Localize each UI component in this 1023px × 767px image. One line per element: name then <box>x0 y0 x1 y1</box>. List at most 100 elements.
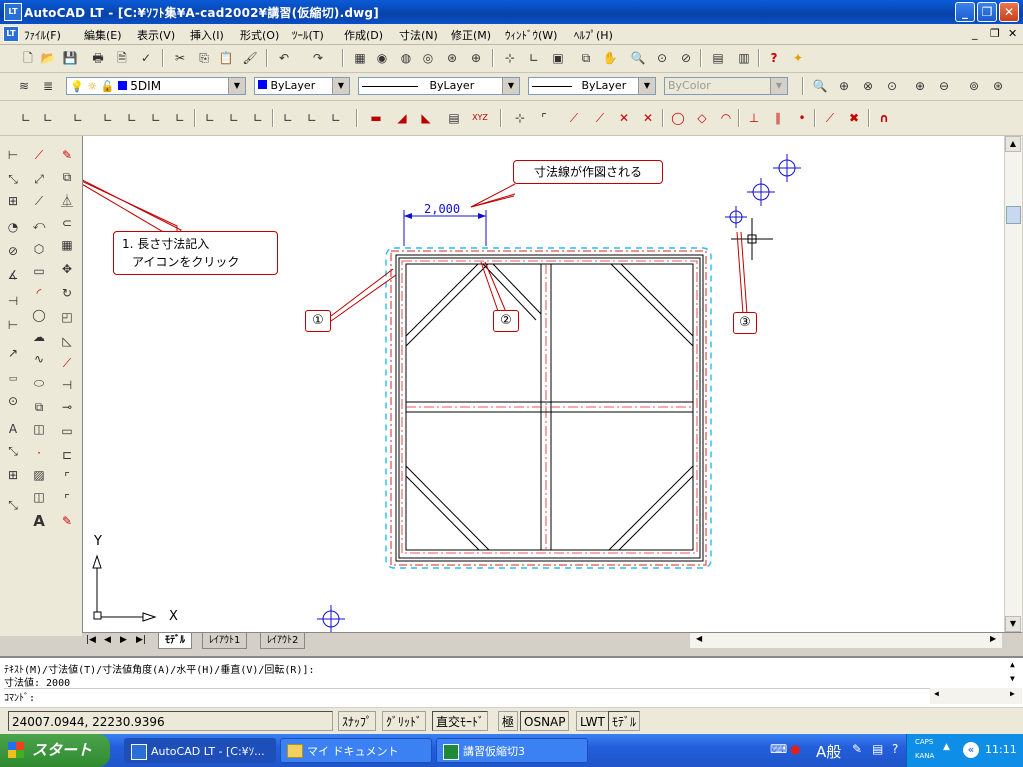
ime-icon[interactable]: ● <box>790 742 800 756</box>
dim-text-edit-tool-icon[interactable]: ⤡ <box>4 442 22 460</box>
ellipse-tool-icon[interactable]: ⬭ <box>30 374 48 392</box>
extend-tool-icon[interactable]: ⊸ <box>58 398 76 416</box>
ucs-previous-icon[interactable]: ∟ <box>40 110 56 126</box>
ime-mode[interactable]: A般 <box>816 741 841 762</box>
chevron-down-icon[interactable]: ▼ <box>638 78 655 94</box>
layers-icon[interactable]: ≋ <box>16 78 32 94</box>
fillet-tool-icon[interactable]: ⌜ <box>58 490 76 508</box>
tab-prev-icon[interactable]: ◀ <box>104 635 111 645</box>
zoom-realtime-icon[interactable]: 🔍 <box>630 50 646 66</box>
layer-previous-icon[interactable]: ≣ <box>40 78 56 94</box>
scroll-up-icon[interactable]: ▲ <box>1005 136 1021 152</box>
region-tool-icon[interactable]: ◫ <box>30 488 48 506</box>
pan-icon[interactable]: ✋ <box>602 50 618 66</box>
ucs-named-icon[interactable]: ∟ <box>328 110 344 126</box>
chevron-down-icon[interactable]: ▼ <box>502 78 519 94</box>
ortho-toggle[interactable]: 直交ﾓｰﾄﾞ <box>432 711 489 731</box>
snap-intersection-icon[interactable]: ✕ <box>616 110 632 126</box>
zoom-window-icon[interactable]: 🔍 <box>812 78 828 94</box>
tab-layout2[interactable]: ﾚｲｱｳﾄ2 <box>260 633 306 649</box>
dim-linear-tool-icon[interactable]: ⊢ <box>4 146 22 164</box>
arc-tool-icon[interactable]: ◜ <box>30 284 48 302</box>
drawing-area[interactable]: 2,000 1. 長さ寸法記入 アイコンをクリック 寸法線が作図される ① ② … <box>82 136 1005 632</box>
zoom-window-icon[interactable]: ⊙ <box>654 50 670 66</box>
snap-quadrant-icon[interactable]: ◇ <box>694 110 710 126</box>
spline-tool-icon[interactable]: ∿ <box>30 350 48 368</box>
erase-tool-icon[interactable]: ✎ <box>58 146 76 164</box>
snap-toggle[interactable]: ｽﾅｯﾌﾟ <box>338 711 377 731</box>
menu-format[interactable]: 形式(O) <box>240 27 279 43</box>
snap-none-icon[interactable]: ✖ <box>846 110 862 126</box>
copy-tool-icon[interactable]: ⧉ <box>58 168 76 186</box>
mirror-tool-icon[interactable]: ⏅ <box>58 192 76 210</box>
snap-midpoint-icon[interactable]: ⟋ <box>592 110 608 126</box>
dim-diameter-tool-icon[interactable]: ⊘ <box>4 242 22 260</box>
snap-from-icon[interactable]: ⌜ <box>536 110 552 126</box>
lineweight-dropdown[interactable]: ByLayer ▼ <box>528 77 656 95</box>
cut-icon[interactable]: ✂ <box>172 50 188 66</box>
ucs-3point-icon[interactable]: ∟ <box>250 110 266 126</box>
task-my-documents[interactable]: マイ ドキュメント <box>280 738 432 763</box>
polyline-tool-icon[interactable]: ⟋ <box>30 192 48 210</box>
rectangle-tool-icon[interactable]: ▭ <box>30 262 48 280</box>
plotstyle-dropdown[interactable]: ByColor ▼ <box>664 77 788 95</box>
named-views-icon[interactable]: ▣ <box>550 50 566 66</box>
dim-angular-tool-icon[interactable]: ∡ <box>4 266 22 284</box>
menu-draw[interactable]: 作成(D) <box>344 27 383 43</box>
app-icon[interactable]: LT <box>4 3 22 21</box>
trim-tool-icon[interactable]: ⊣ <box>58 376 76 394</box>
today-icon[interactable]: ✦ <box>790 50 806 66</box>
ucs-icon[interactable]: ∟ <box>526 50 542 66</box>
stretch-tool-icon[interactable]: ◺ <box>58 332 76 350</box>
snap-icon[interactable]: ⊹ <box>502 50 518 66</box>
rotate-tool-icon[interactable]: ↻ <box>58 284 76 302</box>
point-tool-icon[interactable]: · <box>30 444 48 462</box>
hatch-tool-icon[interactable]: ▨ <box>30 466 48 484</box>
chevron-down-icon[interactable]: ▼ <box>228 78 245 94</box>
tab-last-icon[interactable]: ▶| <box>136 635 146 645</box>
model-toggle[interactable]: ﾓﾃﾞﾙ <box>608 711 641 731</box>
command-scrollbar[interactable]: ◀ ▶ <box>930 688 1022 704</box>
command-prompt[interactable]: ｺﾏﾝﾄﾞ: <box>4 688 1004 704</box>
snap-parallel-icon[interactable]: ∥ <box>770 110 786 126</box>
chevron-down-icon[interactable]: ▼ <box>332 78 349 94</box>
scroll-left-icon[interactable]: ◀ <box>696 634 702 643</box>
menu-file[interactable]: ﾌｧｲﾙ(F) <box>24 27 61 43</box>
ucs-face-icon[interactable]: ∟ <box>124 110 140 126</box>
ucs-origin-icon[interactable]: ∟ <box>172 110 188 126</box>
lwt-toggle[interactable]: LWT <box>576 711 609 731</box>
break-point-tool-icon[interactable]: ⊏ <box>58 446 76 464</box>
calculator-icon[interactable]: ▥ <box>736 50 752 66</box>
task-excel[interactable]: 講習仮縮切3 <box>436 738 588 763</box>
restore-button[interactable]: ❐ <box>977 2 997 22</box>
insert-block-tool-icon[interactable]: ⧉ <box>30 398 48 416</box>
text-tool-icon[interactable]: A <box>30 512 48 530</box>
scroll-down-icon[interactable]: ▼ <box>1010 674 1015 683</box>
snap-node-icon[interactable]: • <box>794 110 810 126</box>
scroll-left-icon[interactable]: ◀ <box>934 689 939 698</box>
dim-aligned-tool-icon[interactable]: ⤡ <box>4 170 22 188</box>
ucs-apply-icon[interactable]: ∟ <box>280 110 296 126</box>
break-tool-icon[interactable]: ▭ <box>58 422 76 440</box>
lengthen-tool-icon[interactable]: ⟋ <box>58 354 76 372</box>
redraw-icon[interactable]: ⧉ <box>578 50 594 66</box>
snap-nearest-icon[interactable]: ⟋ <box>822 110 838 126</box>
zoom-extents-icon[interactable]: ⊛ <box>990 78 1006 94</box>
doc-minimize-icon[interactable]: _ <box>972 27 978 40</box>
center-mark-tool-icon[interactable]: ⊙ <box>4 392 22 410</box>
tab-model[interactable]: ﾓﾃﾞﾙ <box>158 633 192 649</box>
snap-center-icon[interactable]: ◯ <box>670 110 686 126</box>
multiline-tool-icon[interactable]: ⤺ <box>30 216 48 234</box>
doc-close-icon[interactable]: ✕ <box>1008 27 1017 40</box>
ime-tool-icon[interactable]: ✎ <box>852 742 862 756</box>
revcloud-tool-icon[interactable]: ☁ <box>30 328 48 346</box>
tolerance-tool-icon[interactable]: ▭ <box>4 370 22 388</box>
construction-line-tool-icon[interactable]: ⤢ <box>30 170 48 188</box>
redo-icon[interactable]: ↷ <box>310 50 326 66</box>
polygon-tool-icon[interactable]: ⬡ <box>30 240 48 258</box>
explode-tool-icon[interactable]: ✎ <box>58 512 76 530</box>
make-block-tool-icon[interactable]: ◫ <box>30 420 48 438</box>
scroll-down-icon[interactable]: ▼ <box>1005 616 1021 632</box>
start-button[interactable]: スタート <box>0 734 110 767</box>
spell-check-icon[interactable]: ✓ <box>138 50 154 66</box>
